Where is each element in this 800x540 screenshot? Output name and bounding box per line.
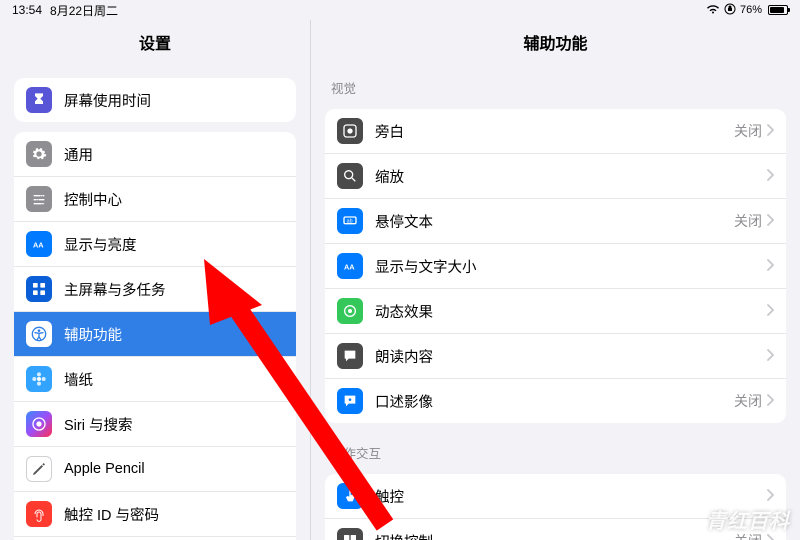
- detail-row[interactable]: 朗读内容: [325, 334, 786, 379]
- grid-icon: [26, 276, 52, 302]
- voiceover-icon: [337, 118, 363, 144]
- switch-control-icon: [337, 528, 363, 540]
- sidebar-item-label: Siri 与搜索: [64, 414, 284, 435]
- sidebar-item-label: 屏幕使用时间: [64, 90, 284, 111]
- svg-text:AA: AA: [33, 240, 44, 249]
- detail-row-label: 缩放: [375, 166, 766, 187]
- sidebar-item-8[interactable]: 触控 ID 与密码: [14, 492, 296, 537]
- sidebar-item-label: 触控 ID 与密码: [64, 504, 284, 525]
- chevron-right-icon: [766, 348, 774, 364]
- sidebar-scroll[interactable]: 屏幕使用时间 通用控制中心 AA 显示与亮度主屏幕与多任务辅助功能墙纸 Siri 与搜…: [0, 68, 310, 540]
- detail-row[interactable]: ab 悬停文本关闭: [325, 199, 786, 244]
- svg-text:ab: ab: [347, 218, 353, 224]
- sidebar-item-label: 通用: [64, 144, 284, 165]
- flower-icon: [26, 366, 52, 392]
- sidebar-item-label: 墙纸: [64, 369, 284, 390]
- sidebar-item-6[interactable]: Siri 与搜索: [14, 402, 296, 447]
- detail-row-status: 关闭: [734, 121, 762, 141]
- detail-title: 辅助功能: [311, 20, 800, 68]
- section-header: 视觉: [325, 68, 786, 99]
- accessibility-icon: [26, 321, 52, 347]
- sliders-icon: [26, 186, 52, 212]
- section-header: 动作交互: [325, 433, 786, 464]
- detail-row[interactable]: 旁白关闭: [325, 109, 786, 154]
- pencil-icon: [26, 456, 52, 482]
- svg-text:AA: AA: [344, 262, 355, 271]
- sidebar-item-2[interactable]: AA 显示与亮度: [14, 222, 296, 267]
- sidebar-item-1[interactable]: 控制中心: [14, 177, 296, 222]
- chevron-right-icon: [766, 258, 774, 274]
- sidebar-title: 设置: [0, 20, 310, 68]
- sidebar-item-label: 主屏幕与多任务: [64, 279, 284, 300]
- settings-sidebar: 设置 屏幕使用时间 通用控制中心 AA 显示与亮度主屏幕与多任务辅助功能墙纸 Siri…: [0, 20, 310, 540]
- sidebar-item-3[interactable]: 主屏幕与多任务: [14, 267, 296, 312]
- audio-desc-icon: [337, 388, 363, 414]
- status-bar: 13:54 8月22日周二 76%: [0, 0, 800, 20]
- siri-icon: [26, 411, 52, 437]
- status-date: 8月22日周二: [50, 2, 118, 19]
- hourglass-icon: [26, 87, 52, 113]
- sidebar-item-0[interactable]: 屏幕使用时间: [14, 78, 296, 122]
- detail-row-label: 显示与文字大小: [375, 256, 766, 277]
- detail-row[interactable]: 口述影像关闭: [325, 379, 786, 423]
- detail-row-label: 朗读内容: [375, 346, 766, 367]
- wifi-icon: [706, 4, 720, 17]
- detail-row-label: 悬停文本: [375, 211, 734, 232]
- detail-row-label: 旁白: [375, 121, 734, 142]
- sidebar-item-label: Apple Pencil: [64, 461, 284, 477]
- speech-bubble-icon: [337, 343, 363, 369]
- detail-pane: 辅助功能 视觉旁白关闭缩放ab悬停文本关闭AA显示与文字大小动态效果朗读内容口述…: [310, 20, 800, 540]
- chevron-right-icon: [766, 533, 774, 540]
- detail-scroll[interactable]: 视觉旁白关闭缩放ab悬停文本关闭AA显示与文字大小动态效果朗读内容口述影像关闭动…: [311, 68, 800, 540]
- detail-row-label: 动态效果: [375, 301, 766, 322]
- sidebar-item-label: 显示与亮度: [64, 234, 284, 255]
- detail-row[interactable]: 动态效果: [325, 289, 786, 334]
- fingerprint-icon: [26, 501, 52, 527]
- detail-row-label: 口述影像: [375, 391, 734, 412]
- hover-text-icon: ab: [337, 208, 363, 234]
- sidebar-item-0[interactable]: 通用: [14, 132, 296, 177]
- gear-icon: [26, 141, 52, 167]
- detail-row-status: 关闭: [734, 391, 762, 411]
- battery-percent: 76%: [740, 4, 762, 16]
- chevron-right-icon: [766, 123, 774, 139]
- motion-icon: [337, 298, 363, 324]
- detail-row[interactable]: 缩放: [325, 154, 786, 199]
- zoom-icon: [337, 163, 363, 189]
- chevron-right-icon: [766, 303, 774, 319]
- detail-row[interactable]: AA 显示与文字大小: [325, 244, 786, 289]
- letters-icon: AA: [26, 231, 52, 257]
- chevron-right-icon: [766, 168, 774, 184]
- chevron-right-icon: [766, 213, 774, 229]
- watermark-text: 青红百科: [706, 505, 790, 534]
- battery-icon: [766, 5, 788, 15]
- chevron-right-icon: [766, 393, 774, 409]
- sidebar-item-5[interactable]: 墙纸: [14, 357, 296, 402]
- sidebar-item-4[interactable]: 辅助功能: [14, 312, 296, 357]
- detail-row-status: 关闭: [734, 211, 762, 231]
- rotation-lock-icon: [724, 3, 736, 18]
- sidebar-item-label: 控制中心: [64, 189, 284, 210]
- chevron-right-icon: [766, 488, 774, 504]
- letters-icon: AA: [337, 253, 363, 279]
- sidebar-item-label: 辅助功能: [64, 324, 284, 345]
- detail-row-label: 触控: [375, 486, 766, 507]
- status-time: 13:54: [12, 3, 42, 17]
- sidebar-item-7[interactable]: Apple Pencil: [14, 447, 296, 492]
- touch-icon: [337, 483, 363, 509]
- detail-row-label: 切换控制: [375, 531, 734, 540]
